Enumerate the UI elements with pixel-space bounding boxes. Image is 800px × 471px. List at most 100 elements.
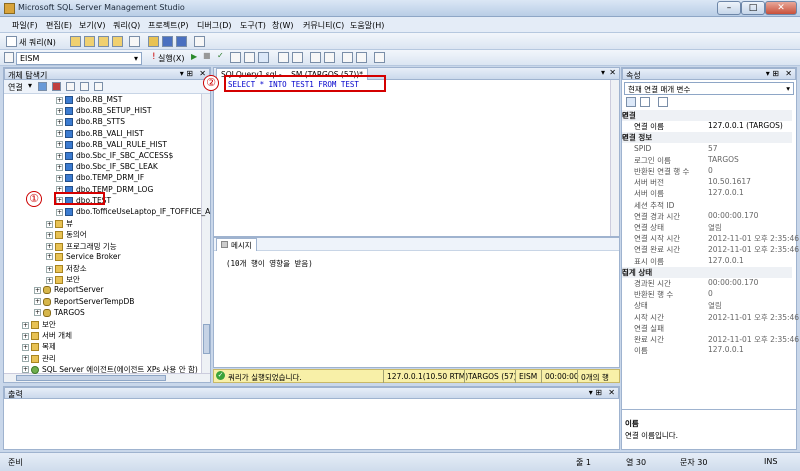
expand-icon[interactable]: + [22, 332, 29, 340]
refresh-icon[interactable] [94, 82, 103, 91]
expand-icon[interactable]: + [46, 253, 53, 261]
property-row[interactable]: 연결 경과 시간 00:00:00.170 [622, 211, 792, 222]
property-category[interactable]: ⊟ 연결 [622, 110, 792, 121]
property-row[interactable]: 반환된 행 수 0 [622, 289, 792, 300]
menu-query[interactable]: 쿼리(Q) [113, 20, 140, 31]
expand-icon[interactable]: + [56, 96, 63, 104]
intellisense-icon[interactable] [244, 52, 255, 63]
tree-item-folder[interactable]: + 동의어 [46, 229, 87, 240]
messages-tab[interactable]: 메시지 [216, 238, 257, 251]
panel-close-icon[interactable]: ✕ [608, 388, 615, 397]
property-row[interactable]: 상태 열림 [622, 300, 792, 311]
tree-item-table[interactable]: + dbo.RB_STTS [56, 117, 125, 128]
property-row[interactable]: 표시 이름 127.0.0.1 [622, 256, 792, 267]
chevron-down-icon[interactable]: ▾ [28, 81, 32, 90]
expand-icon[interactable]: + [46, 265, 53, 273]
expand-icon[interactable]: + [56, 152, 63, 160]
decrease-indent-icon[interactable] [342, 52, 353, 63]
expand-icon[interactable]: + [56, 141, 63, 149]
results-to-text-icon[interactable] [258, 52, 269, 63]
tree-item-database[interactable]: + ReportServerTempDB [34, 297, 134, 308]
expand-icon[interactable]: + [56, 163, 63, 171]
expand-icon[interactable]: + [56, 174, 63, 182]
property-row[interactable]: SPID 57 [622, 144, 792, 155]
expand-icon[interactable]: + [56, 208, 63, 216]
property-row[interactable]: 로그인 이름 TARGOS [622, 155, 792, 166]
tree-item-server-folder[interactable]: + 보안 [22, 319, 56, 330]
dmx-query-icon[interactable] [112, 36, 123, 47]
tree-item-folder[interactable]: + 저장소 [46, 263, 87, 274]
menu-debug[interactable]: 디버그(D) [197, 20, 231, 31]
menu-tools[interactable]: 도구(T) [240, 20, 266, 31]
close-button[interactable]: ✕ [765, 1, 797, 15]
property-row[interactable]: 연결 상태 열림 [622, 222, 792, 233]
stop-icon[interactable] [66, 82, 75, 91]
tree-item-table[interactable]: + dbo.RB_VALI_HIST [56, 129, 144, 140]
editor-vscrollbar[interactable] [610, 80, 619, 236]
filter-icon[interactable] [80, 82, 89, 91]
tree-item-database[interactable]: + TARGOS [34, 308, 85, 319]
tree-item-folder[interactable]: + 보안 [46, 274, 80, 285]
menu-help[interactable]: 도움말(H) [350, 20, 384, 31]
tab-close-icon[interactable]: ✕ [609, 68, 616, 77]
panel-close-icon[interactable]: ✕ [785, 69, 792, 78]
increase-indent-icon[interactable] [356, 52, 367, 63]
save-icon[interactable] [162, 36, 173, 47]
tree-item-server-folder[interactable]: + 복제 [22, 341, 56, 352]
expand-icon[interactable]: + [56, 107, 63, 115]
comment-icon[interactable] [310, 52, 321, 63]
menu-view[interactable]: 보기(V) [79, 20, 105, 31]
minimize-button[interactable]: – [717, 1, 741, 15]
property-pages-icon[interactable] [658, 97, 668, 107]
tree-item-table[interactable]: + dbo.TEMP_DRM_IF [56, 173, 144, 184]
connect-icon[interactable] [4, 52, 14, 63]
connect-dropdown[interactable]: 연결 [8, 82, 23, 93]
pin-icon[interactable]: ▾ ⊞ [766, 69, 779, 78]
db-engine-query-icon[interactable] [70, 36, 81, 47]
estimated-plan-icon[interactable] [230, 52, 241, 63]
save-all-icon[interactable] [176, 36, 187, 47]
properties-object-select[interactable]: 현재 연결 매개 변수 ▾ [624, 82, 794, 95]
property-row[interactable]: 반환된 연결 행 수 0 [622, 166, 792, 177]
tree-item-table[interactable]: + dbo.RB_VALI_RULE_HIST [56, 140, 167, 151]
property-row[interactable]: 시작 시간 2012-11-01 오후 2:35:46 [622, 312, 799, 323]
pin-icon[interactable]: ▾ ⊞ [180, 69, 193, 78]
mdx-query-icon[interactable] [98, 36, 109, 47]
tree-item-folder[interactable]: + Service Broker [46, 252, 121, 263]
execute-button[interactable]: 실행(X) [158, 53, 184, 64]
xmla-query-icon[interactable] [129, 36, 140, 47]
execute-icon[interactable]: ! [152, 52, 156, 62]
property-row[interactable]: 경과된 시간 00:00:00.170 [622, 278, 792, 289]
categorized-icon[interactable] [626, 97, 636, 107]
property-category[interactable]: ⊟ 집계 상태 [622, 266, 792, 278]
tree-item-table[interactable]: + dbo.TofficeUseLaptop_IF_TOFFICE_A [56, 207, 210, 218]
expand-icon[interactable]: + [34, 298, 41, 306]
tree-item-table[interactable]: + dbo.Sbc_IF_SBC_ACCESS$ [56, 151, 173, 162]
menu-edit[interactable]: 편집(E) [46, 20, 72, 31]
expand-icon[interactable]: + [46, 220, 53, 228]
expand-icon[interactable]: + [22, 355, 29, 363]
expand-icon[interactable]: + [46, 243, 53, 251]
object-explorer-vscrollbar[interactable] [201, 94, 210, 373]
results-to-grid-icon[interactable] [278, 52, 289, 63]
menu-project[interactable]: 프로젝트(P) [148, 20, 189, 31]
property-row[interactable]: 서버 이름 127.0.0.1 [622, 188, 792, 199]
disconnect-icon[interactable] [52, 82, 61, 91]
hscroll-thumb[interactable] [16, 375, 166, 381]
property-row[interactable]: 세션 추적 ID [622, 200, 792, 211]
uncomment-icon[interactable] [324, 52, 335, 63]
property-row[interactable]: 연결 실패 [622, 323, 792, 334]
tree-item-table[interactable]: + dbo.RB_SETUP_HIST [56, 106, 152, 117]
analysis-query-icon[interactable] [84, 36, 95, 47]
expand-icon[interactable]: + [22, 366, 29, 374]
expand-icon[interactable]: + [56, 118, 63, 126]
parse-icon[interactable]: ✓ [217, 51, 224, 60]
tree-item-table[interactable]: + dbo.RB_MST [56, 95, 122, 106]
specify-template-icon[interactable] [374, 52, 385, 63]
expand-icon[interactable]: + [22, 321, 29, 329]
expand-icon[interactable]: + [46, 276, 53, 284]
tree-item-agent[interactable]: + SQL Server 에이전트(에이전트 XPs 사용 안 함) [22, 364, 198, 375]
tree-item-table[interactable]: + dbo.Sbc_IF_SBC_LEAK [56, 162, 158, 173]
debug-icon[interactable]: ▶ [191, 52, 197, 61]
tree-item-database[interactable]: + ReportServer [34, 285, 103, 296]
